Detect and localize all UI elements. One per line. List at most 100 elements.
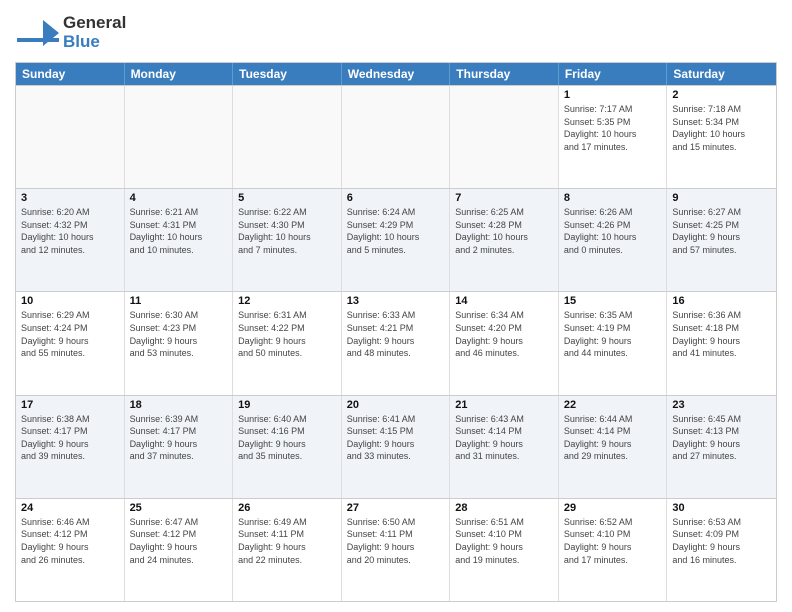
- day-cell-26: 26 Sunrise: 6:49 AM Sunset: 4:11 PM Dayli…: [233, 499, 342, 601]
- day-number: 2: [672, 89, 771, 101]
- day-header-friday: Friday: [559, 63, 668, 85]
- day-info: Sunrise: 6:27 AM Sunset: 4:25 PM Dayligh…: [672, 206, 771, 256]
- empty-cell: [16, 86, 125, 188]
- day-cell-12: 12 Sunrise: 6:31 AM Sunset: 4:22 PM Dayli…: [233, 292, 342, 394]
- empty-cell: [125, 86, 234, 188]
- day-number: 23: [672, 399, 771, 411]
- day-info: Sunrise: 6:46 AM Sunset: 4:12 PM Dayligh…: [21, 516, 119, 566]
- day-info: Sunrise: 6:43 AM Sunset: 4:14 PM Dayligh…: [455, 413, 553, 463]
- day-header-thursday: Thursday: [450, 63, 559, 85]
- day-cell-7: 7 Sunrise: 6:25 AM Sunset: 4:28 PM Daylig…: [450, 189, 559, 291]
- logo-text: General Blue: [63, 14, 126, 51]
- day-number: 7: [455, 192, 553, 204]
- day-header-sunday: Sunday: [16, 63, 125, 85]
- day-cell-11: 11 Sunrise: 6:30 AM Sunset: 4:23 PM Dayli…: [125, 292, 234, 394]
- day-cell-1: 1Sunrise: 7:17 AM Sunset: 5:35 PM Daylig…: [559, 86, 668, 188]
- day-cell-18: 18 Sunrise: 6:39 AM Sunset: 4:17 PM Dayli…: [125, 396, 234, 498]
- day-number: 28: [455, 502, 553, 514]
- week-row-3: 10 Sunrise: 6:29 AM Sunset: 4:24 PM Dayli…: [16, 291, 776, 394]
- day-cell-17: 17 Sunrise: 6:38 AM Sunset: 4:17 PM Dayli…: [16, 396, 125, 498]
- calendar: SundayMondayTuesdayWednesdayThursdayFrid…: [15, 62, 777, 602]
- day-cell-30: 30 Sunrise: 6:53 AM Sunset: 4:09 PM Dayli…: [667, 499, 776, 601]
- day-info: Sunrise: 6:50 AM Sunset: 4:11 PM Dayligh…: [347, 516, 445, 566]
- day-cell-5: 5 Sunrise: 6:22 AM Sunset: 4:30 PM Daylig…: [233, 189, 342, 291]
- day-cell-27: 27 Sunrise: 6:50 AM Sunset: 4:11 PM Dayli…: [342, 499, 451, 601]
- calendar-body: 1Sunrise: 7:17 AM Sunset: 5:35 PM Daylig…: [16, 85, 776, 601]
- day-info: Sunrise: 6:51 AM Sunset: 4:10 PM Dayligh…: [455, 516, 553, 566]
- page: General Blue SundayMondayTuesdayWednesda…: [0, 0, 792, 612]
- week-row-5: 24 Sunrise: 6:46 AM Sunset: 4:12 PM Dayli…: [16, 498, 776, 601]
- day-info: Sunrise: 6:49 AM Sunset: 4:11 PM Dayligh…: [238, 516, 336, 566]
- day-cell-6: 6 Sunrise: 6:24 AM Sunset: 4:29 PM Daylig…: [342, 189, 451, 291]
- day-info: Sunrise: 6:22 AM Sunset: 4:30 PM Dayligh…: [238, 206, 336, 256]
- day-header-tuesday: Tuesday: [233, 63, 342, 85]
- day-cell-8: 8 Sunrise: 6:26 AM Sunset: 4:26 PM Daylig…: [559, 189, 668, 291]
- day-number: 1: [564, 89, 662, 101]
- day-header-saturday: Saturday: [667, 63, 776, 85]
- day-info: Sunrise: 7:18 AM Sunset: 5:34 PM Dayligh…: [672, 103, 771, 153]
- day-info: Sunrise: 6:45 AM Sunset: 4:13 PM Dayligh…: [672, 413, 771, 463]
- day-cell-13: 13Sunrise: 6:33 AM Sunset: 4:21 PM Dayli…: [342, 292, 451, 394]
- day-cell-10: 10 Sunrise: 6:29 AM Sunset: 4:24 PM Dayli…: [16, 292, 125, 394]
- day-number: 18: [130, 399, 228, 411]
- day-info: Sunrise: 6:30 AM Sunset: 4:23 PM Dayligh…: [130, 309, 228, 359]
- day-number: 21: [455, 399, 553, 411]
- day-cell-15: 15 Sunrise: 6:35 AM Sunset: 4:19 PM Dayli…: [559, 292, 668, 394]
- day-info: Sunrise: 6:44 AM Sunset: 4:14 PM Dayligh…: [564, 413, 662, 463]
- day-number: 8: [564, 192, 662, 204]
- day-number: 25: [130, 502, 228, 514]
- day-info: Sunrise: 6:24 AM Sunset: 4:29 PM Dayligh…: [347, 206, 445, 256]
- day-cell-20: 20Sunrise: 6:41 AM Sunset: 4:15 PM Dayli…: [342, 396, 451, 498]
- day-number: 4: [130, 192, 228, 204]
- day-header-wednesday: Wednesday: [342, 63, 451, 85]
- day-header-monday: Monday: [125, 63, 234, 85]
- day-number: 17: [21, 399, 119, 411]
- day-info: Sunrise: 6:34 AM Sunset: 4:20 PM Dayligh…: [455, 309, 553, 359]
- day-cell-4: 4Sunrise: 6:21 AM Sunset: 4:31 PM Daylig…: [125, 189, 234, 291]
- day-number: 19: [238, 399, 336, 411]
- day-info: Sunrise: 6:29 AM Sunset: 4:24 PM Dayligh…: [21, 309, 119, 359]
- day-info: Sunrise: 6:39 AM Sunset: 4:17 PM Dayligh…: [130, 413, 228, 463]
- week-row-4: 17 Sunrise: 6:38 AM Sunset: 4:17 PM Dayli…: [16, 395, 776, 498]
- day-cell-2: 2 Sunrise: 7:18 AM Sunset: 5:34 PM Daylig…: [667, 86, 776, 188]
- day-number: 3: [21, 192, 119, 204]
- day-cell-19: 19Sunrise: 6:40 AM Sunset: 4:16 PM Dayli…: [233, 396, 342, 498]
- day-cell-29: 29Sunrise: 6:52 AM Sunset: 4:10 PM Dayli…: [559, 499, 668, 601]
- day-info: Sunrise: 6:33 AM Sunset: 4:21 PM Dayligh…: [347, 309, 445, 359]
- day-info: Sunrise: 6:25 AM Sunset: 4:28 PM Dayligh…: [455, 206, 553, 256]
- empty-cell: [233, 86, 342, 188]
- day-number: 14: [455, 295, 553, 307]
- header: General Blue: [15, 10, 777, 56]
- day-number: 26: [238, 502, 336, 514]
- day-number: 12: [238, 295, 336, 307]
- day-number: 6: [347, 192, 445, 204]
- day-number: 15: [564, 295, 662, 307]
- day-info: Sunrise: 6:47 AM Sunset: 4:12 PM Dayligh…: [130, 516, 228, 566]
- day-cell-24: 24 Sunrise: 6:46 AM Sunset: 4:12 PM Dayli…: [16, 499, 125, 601]
- day-info: Sunrise: 6:41 AM Sunset: 4:15 PM Dayligh…: [347, 413, 445, 463]
- logo: General Blue: [15, 10, 126, 56]
- day-number: 27: [347, 502, 445, 514]
- logo-icon: [15, 10, 61, 56]
- day-cell-9: 9 Sunrise: 6:27 AM Sunset: 4:25 PM Daylig…: [667, 189, 776, 291]
- day-cell-23: 23 Sunrise: 6:45 AM Sunset: 4:13 PM Dayli…: [667, 396, 776, 498]
- day-cell-25: 25 Sunrise: 6:47 AM Sunset: 4:12 PM Dayli…: [125, 499, 234, 601]
- day-info: Sunrise: 6:26 AM Sunset: 4:26 PM Dayligh…: [564, 206, 662, 256]
- day-info: Sunrise: 6:31 AM Sunset: 4:22 PM Dayligh…: [238, 309, 336, 359]
- day-cell-21: 21 Sunrise: 6:43 AM Sunset: 4:14 PM Dayli…: [450, 396, 559, 498]
- day-number: 24: [21, 502, 119, 514]
- day-number: 9: [672, 192, 771, 204]
- day-cell-16: 16Sunrise: 6:36 AM Sunset: 4:18 PM Dayli…: [667, 292, 776, 394]
- day-info: Sunrise: 6:53 AM Sunset: 4:09 PM Dayligh…: [672, 516, 771, 566]
- day-number: 30: [672, 502, 771, 514]
- empty-cell: [342, 86, 451, 188]
- day-number: 10: [21, 295, 119, 307]
- day-number: 5: [238, 192, 336, 204]
- day-cell-28: 28 Sunrise: 6:51 AM Sunset: 4:10 PM Dayli…: [450, 499, 559, 601]
- day-info: Sunrise: 6:38 AM Sunset: 4:17 PM Dayligh…: [21, 413, 119, 463]
- day-cell-14: 14 Sunrise: 6:34 AM Sunset: 4:20 PM Dayli…: [450, 292, 559, 394]
- day-info: Sunrise: 6:52 AM Sunset: 4:10 PM Dayligh…: [564, 516, 662, 566]
- day-number: 11: [130, 295, 228, 307]
- week-row-1: 1Sunrise: 7:17 AM Sunset: 5:35 PM Daylig…: [16, 85, 776, 188]
- day-info: Sunrise: 6:35 AM Sunset: 4:19 PM Dayligh…: [564, 309, 662, 359]
